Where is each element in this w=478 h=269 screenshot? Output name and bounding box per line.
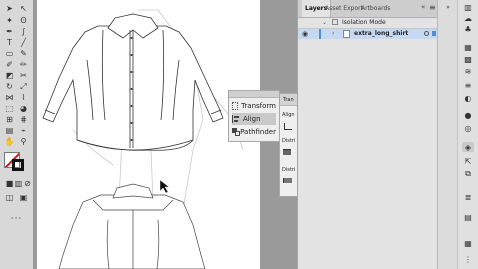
selection-icon[interactable]: ➤ [3,3,16,14]
isolation-icon [332,19,338,25]
color-icon[interactable]: ▦ [462,42,474,52]
swatches-icon[interactable]: ▩ [462,54,474,64]
pathfinder-item[interactable]: Pathfinder [232,126,276,138]
width-icon[interactable]: ⋈ [3,92,16,103]
align-panel-partial: Tran Align Distri Distri [279,93,298,197]
shape-builder-icon[interactable]: ◕ [17,103,30,114]
mouse-cursor [159,179,170,194]
align-icon [232,115,240,123]
shirt-front-drawing [42,13,224,151]
collapsed-panel-dock: » [437,0,458,269]
layer-name[interactable]: extra_long_shirt [354,30,408,37]
isolation-mode-label: Isolation Mode [342,19,386,26]
chevron-right-icon[interactable]: › [332,30,334,37]
scroll-dock-icon[interactable]: ⋮ [462,254,474,264]
stroke-icon[interactable]: ≡ [462,80,474,90]
eyedropper-icon[interactable]: ⌁ [17,125,30,136]
links-icon[interactable]: ≣ [462,192,474,202]
scale-icon[interactable]: ⤢ [17,81,30,92]
properties-floating-panel: Transform Align Pathfinder [228,90,280,142]
transform-icon [232,102,239,110]
gradient-panel-icon[interactable]: ▦ [462,238,474,248]
rotate-icon[interactable]: ↻ [3,81,16,92]
symbols-icon[interactable]: ♣ [462,24,474,34]
pen-icon[interactable]: ✒ [3,26,16,37]
pathfinder-icon [232,128,240,136]
layers-icon[interactable]: ◈ [462,142,474,152]
stroke-swatch[interactable] [12,159,24,171]
panel-tabs: Layers Asset Export Artboards « ≡ [298,0,438,18]
type-icon[interactable]: T [3,37,16,48]
artboards-icon[interactable]: ⧉ [462,169,474,179]
direct-selection-icon[interactable]: ↖ [17,3,30,14]
screen-mode-icon[interactable]: ▣ [17,192,30,203]
distribute-spacing-label: Distri [282,167,296,173]
free-transform-icon[interactable]: ⬚ [3,103,16,114]
graphic-styles-icon[interactable]: ● [462,110,474,120]
eraser-icon[interactable]: ◩ [3,70,16,81]
transform-item[interactable]: Transform [232,100,276,112]
pencil-icon[interactable]: ✏ [17,59,30,70]
panel-menu-icon[interactable]: ≡ [429,3,436,12]
align-item[interactable]: Align [232,113,276,125]
dock-collapse-icon[interactable]: » [442,2,454,12]
brush-icon[interactable]: ✎ [17,48,30,59]
magic-wand-icon[interactable]: ✦ [3,15,16,26]
layer-thumbnail [343,30,350,38]
tools-panel: ➤ ↖ ✦ ʘ ✒ ∫ T ╱ ▭ ✎ ✐ ✏ ◩ ✂ ↻ ⤢ ⋈ ⌇ ⬚ ◕ … [0,0,34,269]
properties-icon[interactable]: ▥ [462,2,474,12]
shaper-icon[interactable]: ✐ [3,59,16,70]
mesh-icon[interactable]: ⋕ [17,114,30,125]
layer-color-bar [319,29,321,39]
layers-panel: Layers Asset Export Artboards « ≡ ⌄ Isol… [297,0,438,269]
draw-normal-icon[interactable]: ◫ [3,192,16,203]
align-panel-tab[interactable]: Tran [283,97,294,103]
warp-icon[interactable]: ⌇ [17,92,30,103]
hand-icon[interactable]: ✋ [3,136,16,147]
gradient-icon[interactable]: ▤ [3,125,16,136]
info-icon[interactable]: ▤ [462,212,474,222]
curvature-icon[interactable]: ∫ [17,26,30,37]
align-objects-label: Align [282,112,295,118]
perspective-icon[interactable]: ⊞ [3,114,16,125]
chevron-down-icon[interactable]: ⌄ [322,19,327,26]
isolation-mode-row[interactable]: ⌄ Isolation Mode [298,18,438,29]
distribute-spacing-icon[interactable] [283,178,292,183]
align-left-icon[interactable] [284,123,292,130]
shirt-back-drawing [58,183,206,269]
visibility-eye-icon[interactable]: ◉ [302,30,308,38]
libraries-icon[interactable]: ☁ [462,13,474,23]
zoom-icon[interactable]: ⚲ [17,136,30,147]
lasso-icon[interactable]: ʘ [17,15,30,26]
more-tools-icon[interactable]: ··· [10,214,23,225]
scissors-icon[interactable]: ✂ [17,70,30,81]
line-icon[interactable]: ╱ [17,37,30,48]
distribute-objects-label: Distri [282,138,296,144]
distribute-top-icon[interactable] [283,149,291,155]
rectangle-icon[interactable]: ▭ [3,48,16,59]
panel-grip[interactable] [229,91,279,98]
tab-artboards[interactable]: Artboards [361,5,390,12]
collapse-icon[interactable]: « [421,3,425,11]
layer-row[interactable]: ◉ › extra_long_shirt [298,29,438,39]
export-icon[interactable]: ⇱ [462,156,474,166]
brushes-icon[interactable]: ≋ [462,66,474,76]
transparency-icon[interactable]: ◎ [462,123,474,133]
tab-asset-export[interactable]: Asset Export [325,5,363,12]
appearance-icon[interactable]: ◐ [462,93,474,103]
selection-indicator[interactable] [432,31,436,36]
panel-icons-dock: ▥ ☁ ♣ ▦ ▩ ≋ ≡ ◐ ● ◎ ◈ ⇱ ⧉ ≣ ▤ ▦ ⋮ [457,0,478,269]
target-icon[interactable] [424,31,429,36]
